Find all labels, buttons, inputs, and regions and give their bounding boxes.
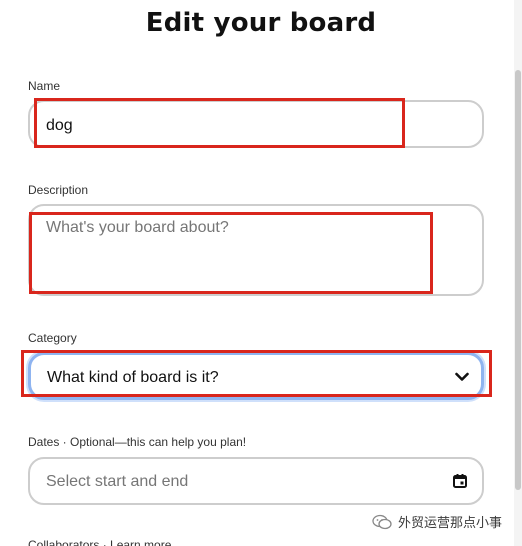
chevron-down-icon bbox=[455, 372, 469, 381]
description-placeholder: What's your board about? bbox=[46, 219, 229, 236]
scrollbar-track[interactable] bbox=[514, 0, 522, 546]
edit-board-dialog: Edit your board Name dog Description Wha… bbox=[0, 0, 522, 546]
watermark: 外贸运营那点小事 bbox=[372, 512, 502, 531]
name-field[interactable]: dog bbox=[28, 100, 484, 148]
wechat-icon bbox=[372, 514, 392, 529]
category-label: Category bbox=[28, 331, 77, 345]
dates-placeholder: Select start and end bbox=[46, 473, 189, 490]
dates-label: Dates · Optional—this can help you plan! bbox=[28, 435, 247, 449]
name-label: Name bbox=[28, 79, 61, 93]
description-field[interactable]: What's your board about? bbox=[28, 204, 484, 296]
dates-field[interactable]: Select start and end bbox=[28, 457, 484, 505]
watermark-text: 外贸运营那点小事 bbox=[398, 515, 503, 530]
collaborators-label: Collaborators · Learn more bbox=[28, 538, 172, 546]
calendar-icon[interactable] bbox=[452, 473, 468, 489]
scrollbar-thumb[interactable] bbox=[515, 70, 521, 490]
name-field-value: dog bbox=[46, 117, 73, 134]
category-select[interactable]: What kind of board is it? bbox=[28, 352, 484, 400]
page-title: Edit your board bbox=[145, 8, 377, 38]
category-placeholder: What kind of board is it? bbox=[47, 369, 219, 386]
description-label: Description bbox=[28, 183, 89, 197]
